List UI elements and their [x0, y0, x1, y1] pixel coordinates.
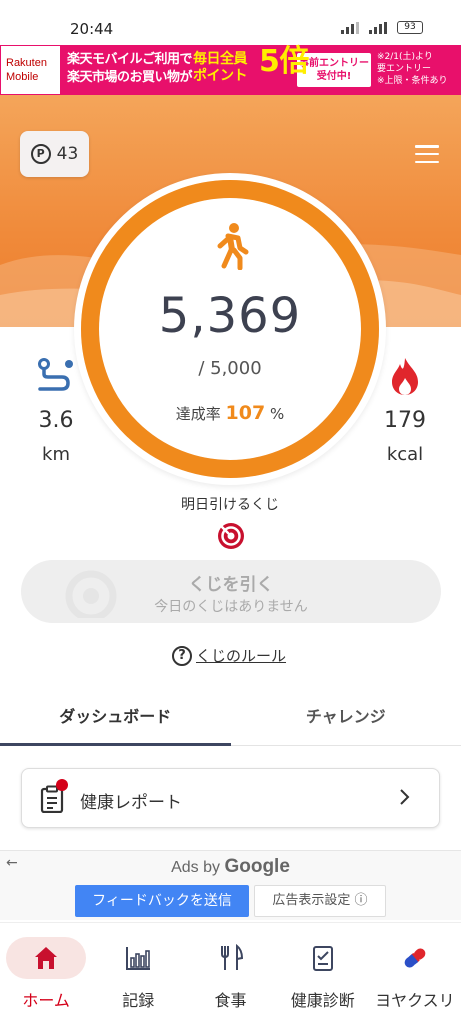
nav-checkup-label: 健康診断 [290, 991, 355, 1010]
lottery-ticket-icon [218, 523, 244, 549]
banner-text-line: 楽天市場のお買い物が [67, 70, 193, 85]
home-icon [35, 947, 58, 969]
nav-record-label: 記録 [122, 991, 155, 1010]
draw-lottery-sub: 今日のくじはありません [154, 599, 308, 615]
step-goal: / 5,000 [198, 358, 262, 379]
lottery-rules-text: くじのルール [196, 647, 287, 665]
points-icon: P [30, 144, 51, 164]
chart-icon [126, 947, 151, 970]
nav-home-icon-wrap [6, 937, 87, 979]
achievement-label: 達成率 [175, 405, 221, 423]
ads-by-google: Ads by Google [0, 856, 461, 878]
tab-challenge[interactable]: チャレンジ [231, 698, 461, 745]
banner-note-line: ※上限・条件あり [377, 76, 448, 86]
distance-value: 3.6 [38, 408, 74, 433]
brand-line: Rakuten [6, 57, 47, 69]
status-icons: 93 [341, 21, 423, 34]
walking-icon [217, 223, 249, 270]
nav-yoyakusuri-label: ヨヤクスリ [375, 991, 455, 1010]
send-feedback-button[interactable]: フィードバックを送信 [75, 885, 249, 917]
pill-icon [404, 948, 426, 968]
battery-icon: 93 [397, 21, 423, 34]
checklist-icon [312, 946, 333, 971]
draw-lottery-label: くじを引く [188, 575, 274, 595]
banner-text: 楽天モバイルご利用で 楽天市場のお買い物が [61, 45, 193, 95]
lottery-caption: 明日引けるくじ [181, 497, 279, 513]
lottery-rules-link[interactable]: ? くじのルール [172, 645, 286, 666]
nav-home[interactable]: ホーム [0, 923, 92, 1024]
google-label: Google [224, 856, 290, 877]
tab-bar: ダッシュボード チャレンジ [0, 698, 461, 746]
nav-checkup[interactable]: 健康診断 [277, 923, 369, 1024]
calories-unit: kcal [386, 444, 424, 465]
step-count: 5,369 [158, 288, 302, 344]
nav-yoyakusuri[interactable]: ヨヤクスリ [369, 923, 461, 1024]
nav-home-label: ホーム [22, 991, 70, 1010]
banner-note: ※2/1(土)より 要エントリー ※上限・条件あり [371, 45, 448, 95]
draw-lottery-button[interactable]: くじを引く 今日のくじはありません [21, 560, 441, 623]
nav-yoyakusuri-icon-wrap [375, 937, 455, 979]
brand-line: Mobile [6, 71, 39, 83]
health-report-card[interactable]: 健康レポート [21, 768, 440, 828]
hamburger-icon[interactable] [415, 145, 439, 163]
banner-ad[interactable]: Rakuten Mobile 楽天モバイルご利用で 楽天市場のお買い物が 毎日全… [0, 45, 461, 95]
status-bar: 20:44 93 [0, 0, 461, 44]
bottom-navigation: ホーム 記録 食事 健康診断 ヨヤクスリ [0, 922, 461, 1024]
ad-settings-button[interactable]: 広告表示設定 ⓘ [254, 885, 386, 917]
cutlery-icon [220, 944, 243, 970]
rakuten-mobile-logo: Rakuten Mobile [0, 45, 61, 95]
chevron-right-icon [400, 789, 410, 805]
banner-multiplier: 5倍 [259, 44, 309, 79]
nav-meal-icon-wrap [191, 937, 271, 979]
flame-icon [392, 358, 418, 395]
distance-unit: km [42, 444, 70, 465]
tab-dashboard[interactable]: ダッシュボード [0, 698, 231, 746]
ads-by-label: Ads by [171, 859, 225, 876]
points-badge[interactable]: P 43 [20, 131, 89, 177]
banner-text-line: 楽天モバイルご利用で [67, 52, 193, 67]
nav-checkup-icon-wrap [283, 937, 363, 979]
nav-meal[interactable]: 食事 [184, 923, 276, 1024]
nav-record[interactable]: 記録 [92, 923, 184, 1024]
points-value: 43 [56, 144, 79, 164]
signal-icon [369, 21, 387, 34]
banner-note-line: ※2/1(土)より [377, 52, 433, 62]
banner-point: 毎日全員 ポイント 5倍 [189, 45, 309, 95]
notification-dot [56, 779, 68, 791]
help-icon: ? [172, 645, 192, 666]
nav-meal-label: 食事 [214, 991, 247, 1010]
achievement-value: 107 [225, 402, 266, 424]
status-time: 20:44 [70, 20, 114, 38]
achievement-unit: % [269, 405, 285, 423]
health-report-label: 健康レポート [80, 793, 182, 813]
banner-note-line: 要エントリー [377, 64, 432, 74]
signal-icon [341, 21, 359, 34]
route-icon [38, 358, 73, 391]
calories-value: 179 [384, 408, 426, 433]
google-ad-area: ← Ads by Google フィードバックを送信 広告表示設定 ⓘ [0, 850, 461, 920]
achievement-rate: 達成率 107 % [150, 402, 310, 424]
nav-record-icon-wrap [98, 937, 178, 979]
